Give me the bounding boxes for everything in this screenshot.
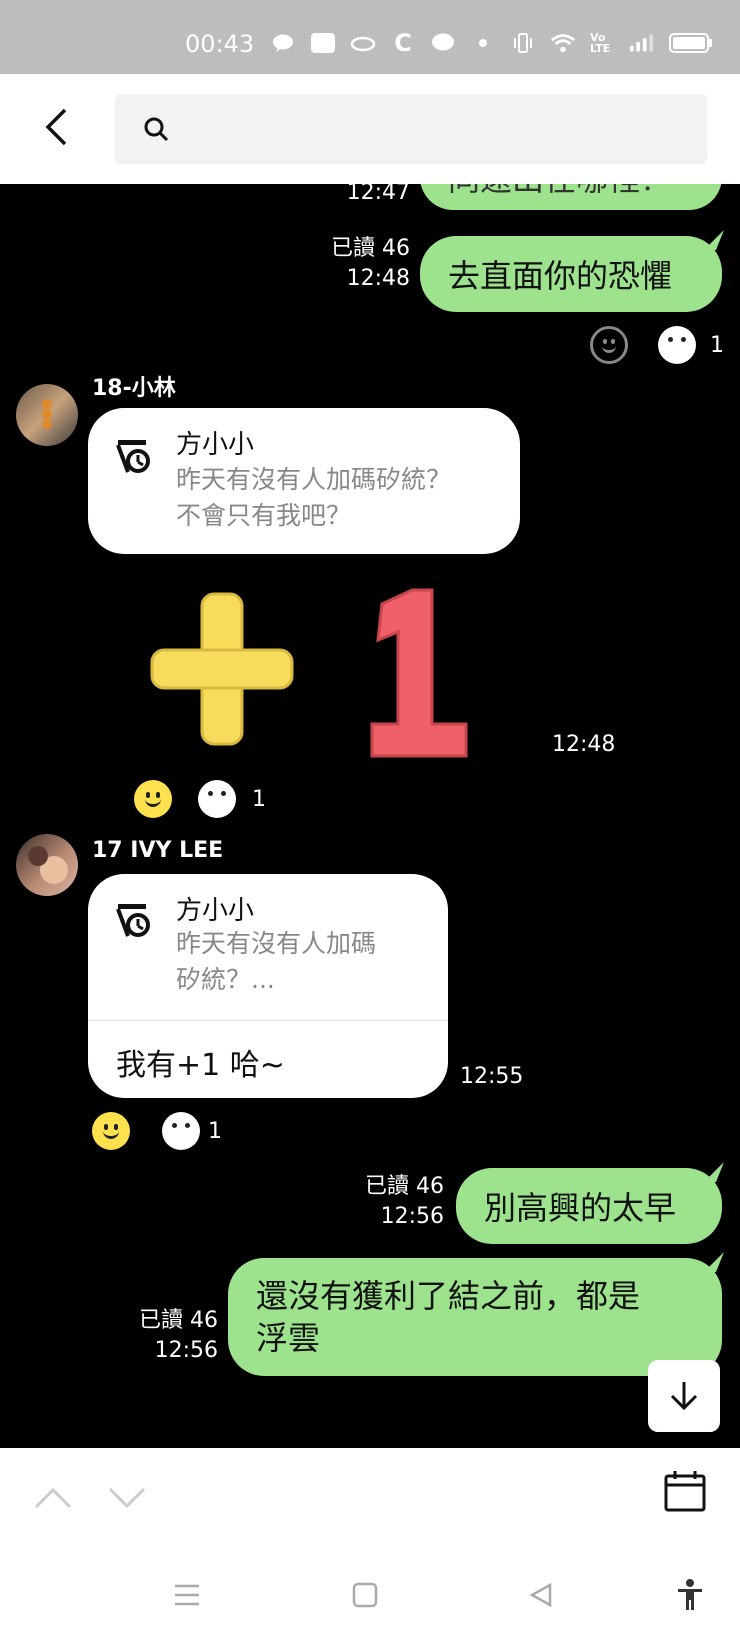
read-receipt: 已讀 46 bbox=[139, 1308, 218, 1333]
reply-quote-icon bbox=[116, 904, 150, 937]
quoted-text: 昨天有沒有人加碼 矽統？... bbox=[176, 929, 377, 994]
search-header bbox=[0, 74, 740, 184]
reply-text: 我有+1 哈~ bbox=[116, 1048, 285, 1083]
message-bubble[interactable]: 去直面你的恐懼 bbox=[420, 236, 722, 312]
previous-result-button[interactable] bbox=[30, 1478, 76, 1518]
sender-name: 18-小林 bbox=[92, 376, 176, 401]
calendar-icon bbox=[664, 1471, 706, 1512]
message-bubble[interactable]: 同遠出在哪裡？ bbox=[420, 184, 722, 210]
sticker-reaction-icon bbox=[198, 780, 236, 818]
menu-icon bbox=[175, 1584, 199, 1606]
volte-icon: Vo LTE bbox=[590, 31, 611, 55]
battery-icon bbox=[668, 30, 714, 56]
quoted-sender: 方小小 bbox=[176, 430, 255, 460]
chat-bubble-icon bbox=[270, 30, 296, 56]
status-bar: 00:43 C Vo LTE bbox=[0, 0, 740, 74]
read-receipt: 已讀 46 bbox=[331, 236, 410, 261]
accessibility-icon bbox=[678, 1579, 702, 1610]
reaction-row bbox=[590, 326, 628, 364]
sticker-reaction-icon bbox=[162, 1112, 200, 1150]
scroll-to-bottom-button[interactable] bbox=[648, 1360, 720, 1432]
sticker-plus-shape bbox=[150, 592, 294, 746]
back-triangle-icon bbox=[529, 1582, 552, 1608]
reaction-row[interactable] bbox=[92, 1112, 200, 1150]
reaction-count: 1 bbox=[252, 787, 266, 812]
signal-icon bbox=[628, 30, 654, 56]
chat-area[interactable]: 12:47 同遠出在哪裡？ 已讀 46 12:48 去直面你的恐懼 1 18-小… bbox=[0, 184, 740, 1448]
message-time: 12:56 bbox=[380, 1204, 444, 1229]
chevron-up-icon bbox=[34, 1487, 72, 1509]
wifi-icon bbox=[550, 30, 576, 56]
reply-bubble[interactable]: 方小小 昨天有沒有人加碼矽統？ 不會只有我吧？ bbox=[88, 408, 520, 554]
reply-bubble[interactable]: 方小小 昨天有沒有人加碼 矽統？... 我有+1 哈~ bbox=[88, 874, 448, 1098]
message-meta: 已讀 46 12:56 bbox=[334, 1172, 444, 1232]
message-meta: 已讀 46 12:56 bbox=[108, 1306, 218, 1366]
calendar-button[interactable] bbox=[660, 1466, 710, 1516]
message-time: 12:55 bbox=[460, 1064, 524, 1089]
accessibility-nav-button[interactable] bbox=[672, 1576, 708, 1614]
home-nav-button[interactable] bbox=[348, 1578, 382, 1612]
chevron-left-icon bbox=[45, 108, 67, 146]
arrow-down-icon bbox=[670, 1382, 698, 1411]
message-bubble[interactable]: 還沒有獲利了結之前，都是 浮雲 bbox=[228, 1258, 722, 1376]
back-button[interactable] bbox=[36, 102, 76, 152]
quoted-text: 昨天有沒有人加碼矽統？ 不會只有我吧？ bbox=[176, 465, 452, 530]
reply-quote-icon bbox=[116, 440, 150, 473]
divider bbox=[88, 1020, 448, 1021]
status-time: 00:43 bbox=[185, 30, 255, 58]
c-app-icon: C bbox=[394, 29, 412, 57]
avatar[interactable] bbox=[16, 834, 78, 896]
back-nav-button[interactable] bbox=[524, 1578, 558, 1612]
search-input[interactable] bbox=[115, 94, 707, 164]
vibrate-icon bbox=[510, 30, 536, 56]
message-time: 12:48 bbox=[346, 266, 410, 291]
avatar[interactable] bbox=[16, 384, 78, 446]
sticker-one-shape bbox=[370, 588, 468, 758]
message-meta: 已讀 46 12:48 bbox=[300, 234, 410, 294]
reaction-count: 1 bbox=[710, 332, 724, 358]
search-result-toolbar bbox=[0, 1448, 740, 1558]
add-reaction-icon[interactable] bbox=[590, 326, 628, 364]
play-store-icon bbox=[310, 30, 336, 56]
chevron-down-icon bbox=[108, 1487, 146, 1509]
quoted-sender: 方小小 bbox=[176, 896, 255, 926]
plus-one-sticker[interactable] bbox=[150, 584, 490, 764]
dot-icon bbox=[470, 30, 496, 56]
reaction-count-row[interactable]: 1 bbox=[658, 326, 724, 364]
menu-nav-button[interactable] bbox=[170, 1578, 204, 1612]
read-receipt: 已讀 46 bbox=[365, 1174, 444, 1199]
home-square-icon bbox=[352, 1582, 378, 1608]
line-icon bbox=[430, 30, 456, 56]
cloud-icon bbox=[350, 30, 376, 56]
next-result-button[interactable] bbox=[104, 1478, 150, 1518]
message-time: 12:47 bbox=[346, 184, 410, 205]
smile-reaction-icon[interactable] bbox=[134, 780, 172, 818]
smile-reaction-icon[interactable] bbox=[92, 1112, 130, 1150]
reaction-row[interactable] bbox=[134, 780, 236, 818]
message-bubble[interactable]: 別高興的太早 bbox=[456, 1168, 722, 1244]
search-icon bbox=[144, 117, 169, 142]
sender-name: 17 IVY LEE bbox=[92, 838, 224, 863]
system-nav-bar bbox=[0, 1558, 740, 1644]
message-time: 12:48 bbox=[552, 732, 616, 757]
status-icons: C Vo LTE bbox=[270, 29, 714, 57]
reaction-count: 1 bbox=[208, 1119, 222, 1144]
thumbs-up-sticker-icon bbox=[658, 326, 696, 364]
message-time: 12:56 bbox=[154, 1338, 218, 1363]
